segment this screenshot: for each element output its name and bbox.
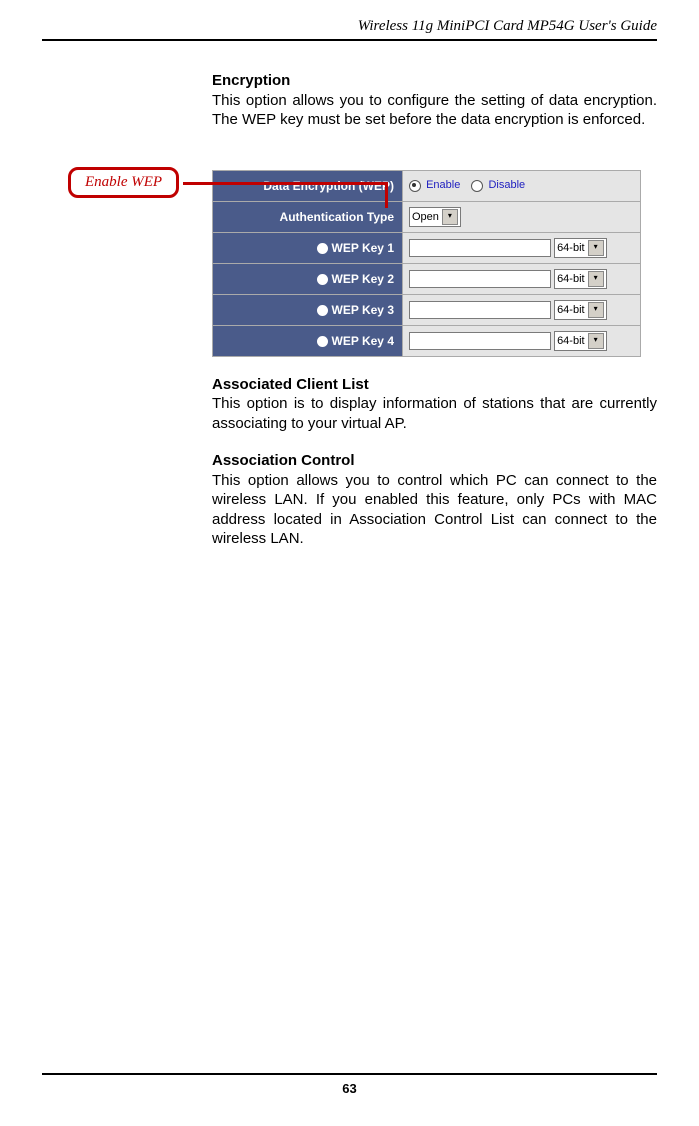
row-value-wep-key-3: 64-bit ▾ [403,294,641,325]
callout-enable-wep: Enable WEP [68,167,179,198]
footer-rule [42,1073,657,1075]
content-block-1: Encryption This option allows you to con… [212,71,657,130]
dropdown-caret-icon: ▾ [588,333,604,349]
wep-config-table: Data Encryption (WEP) Enable Disable Aut… [212,170,641,357]
row-value-wep-key-1: 64-bit ▾ [403,232,641,263]
section-heading-assoc-control: Association Control [212,451,657,471]
dropdown-caret-icon: ▾ [588,271,604,287]
row-label-wep-key-3: WEP Key 3 [213,294,403,325]
row-value-data-encryption: Enable Disable [403,170,641,201]
content-block-2: Associated Client List This option is to… [212,375,657,549]
auth-type-value: Open [412,211,439,223]
dropdown-caret-icon: ▾ [588,240,604,256]
section-body-client-list: This option is to display information of… [212,394,657,433]
wep-key-4-input[interactable] [409,332,551,350]
wep-key-1-size-select[interactable]: 64-bit ▾ [554,238,607,258]
row-value-auth-type: Open ▾ [403,201,641,232]
row-value-wep-key-4: 64-bit ▾ [403,325,641,356]
wep-key-3-input[interactable] [409,301,551,319]
section-heading-client-list: Associated Client List [212,375,657,395]
radio-disable-label: Disable [488,179,525,191]
auth-type-select[interactable]: Open ▾ [409,207,461,227]
footer: 63 [0,1073,699,1096]
callout-connector-h [183,182,388,185]
wep-key-4-radio[interactable] [317,336,328,347]
wep-key-2-size-select[interactable]: 64-bit ▾ [554,269,607,289]
row-label-wep-key-4: WEP Key 4 [213,325,403,356]
dropdown-caret-icon: ▾ [442,209,458,225]
section-body-assoc-control: This option allows you to control which … [212,471,657,549]
wep-key-3-radio[interactable] [317,305,328,316]
wep-key-1-radio[interactable] [317,243,328,254]
wep-key-4-size-select[interactable]: 64-bit ▾ [554,331,607,351]
radio-enable[interactable] [409,180,421,192]
callout-connector-v [385,182,388,208]
header-title: Wireless 11g MiniPCI Card MP54G User's G… [42,18,657,39]
row-value-wep-key-2: 64-bit ▾ [403,263,641,294]
wep-key-1-input[interactable] [409,239,551,257]
section-body-encryption: This option allows you to configure the … [212,91,657,130]
row-label-wep-key-2: WEP Key 2 [213,263,403,294]
row-label-data-encryption: Data Encryption (WEP) [213,170,403,201]
radio-enable-label: Enable [426,179,460,191]
header-rule [42,39,657,41]
page-number: 63 [0,1081,699,1096]
wep-key-3-size-select[interactable]: 64-bit ▾ [554,300,607,320]
wep-key-2-radio[interactable] [317,274,328,285]
wep-key-2-input[interactable] [409,270,551,288]
radio-disable[interactable] [471,180,483,192]
row-label-auth-type: Authentication Type [213,201,403,232]
dropdown-caret-icon: ▾ [588,302,604,318]
page-container: Wireless 11g MiniPCI Card MP54G User's G… [0,0,699,1126]
section-heading-encryption: Encryption [212,71,657,91]
row-label-wep-key-1: WEP Key 1 [213,232,403,263]
